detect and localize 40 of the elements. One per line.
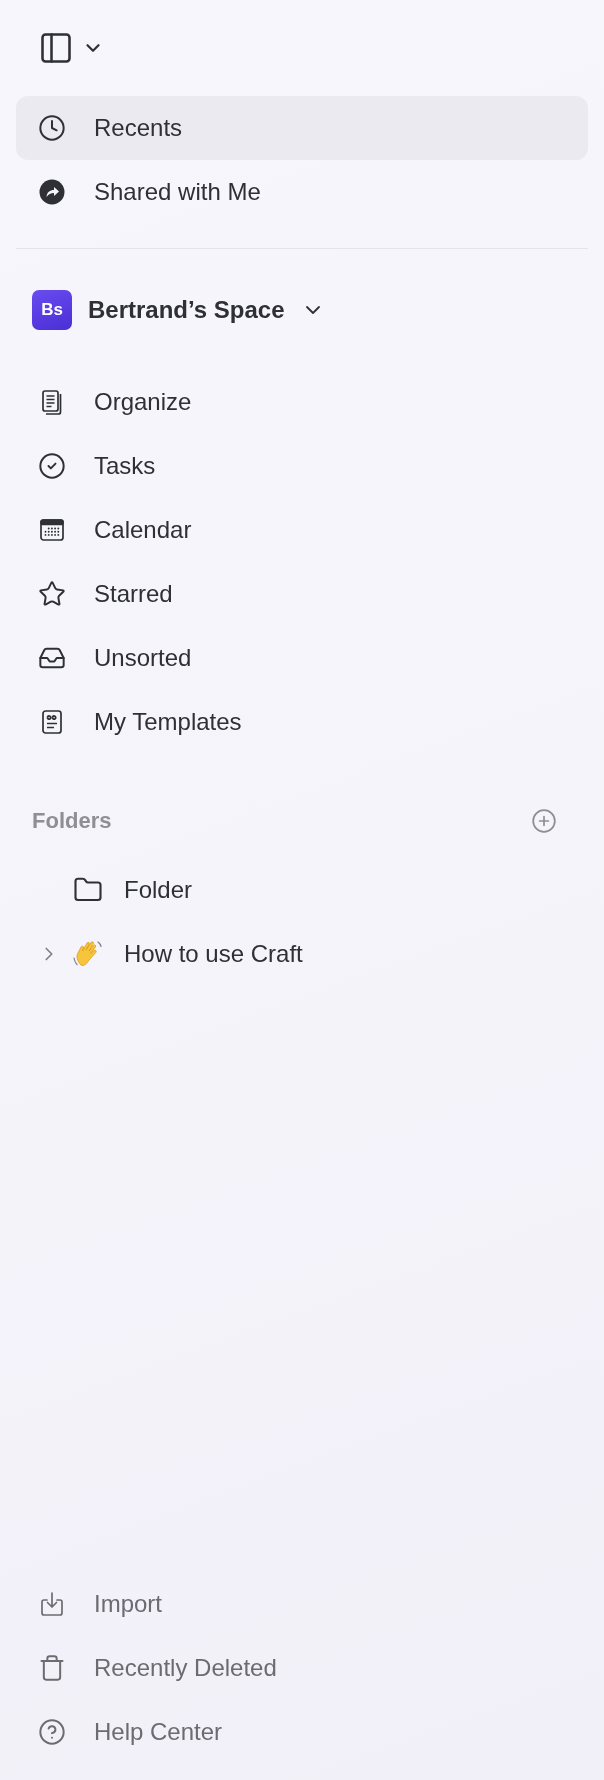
footer-label: Import — [94, 1590, 162, 1618]
nav-item[interactable]: Starred — [16, 562, 588, 626]
footer-label: Help Center — [94, 1718, 223, 1746]
folder-item[interactable]: Folder — [16, 858, 588, 922]
folder-label: How to use Craft — [124, 940, 303, 968]
nav-label: Starred — [94, 580, 173, 608]
sidebar-icon — [38, 30, 74, 66]
add-icon[interactable] — [531, 808, 557, 834]
nav-label: Unsorted — [94, 644, 192, 672]
folder-item[interactable]: How to use Craft — [16, 922, 588, 986]
nav-item[interactable]: Calendar — [16, 498, 588, 562]
nav-item[interactable]: Organize — [16, 370, 588, 434]
nav-item[interactable]: Unsorted — [16, 626, 588, 690]
check-circle-icon — [38, 452, 66, 480]
nav-item[interactable]: Recents — [16, 96, 588, 160]
nav-label: My Templates — [94, 708, 242, 736]
nav-label: Shared with Me — [94, 178, 261, 206]
clock-icon — [38, 114, 66, 142]
space-name: Bertrand’s Space — [88, 296, 285, 324]
section-title: Folders — [32, 808, 112, 834]
nav-label: Organize — [94, 388, 192, 416]
footer-label: Recently Deleted — [94, 1654, 277, 1682]
footer-item[interactable]: Help Center — [16, 1700, 588, 1764]
nav-item[interactable]: Tasks — [16, 434, 588, 498]
nav-label: Recents — [94, 114, 183, 142]
calendar-icon — [38, 516, 66, 544]
trash-icon — [38, 1654, 66, 1682]
nav-item[interactable]: My Templates — [16, 690, 588, 754]
share-icon — [38, 178, 66, 206]
nav-item[interactable]: Shared with Me — [16, 160, 588, 224]
space-switcher[interactable]: Bs Bertrand’s Space — [16, 278, 588, 342]
nav-label: Tasks — [94, 452, 156, 480]
help-icon — [38, 1718, 66, 1746]
nav-label: Calendar — [94, 516, 192, 544]
import-icon — [38, 1590, 66, 1618]
footer-item[interactable]: Recently Deleted — [16, 1636, 588, 1700]
star-icon — [38, 580, 66, 608]
space-avatar: Bs — [32, 290, 72, 330]
footer-item[interactable]: Import — [16, 1572, 588, 1636]
folder-label: Folder — [124, 876, 193, 904]
